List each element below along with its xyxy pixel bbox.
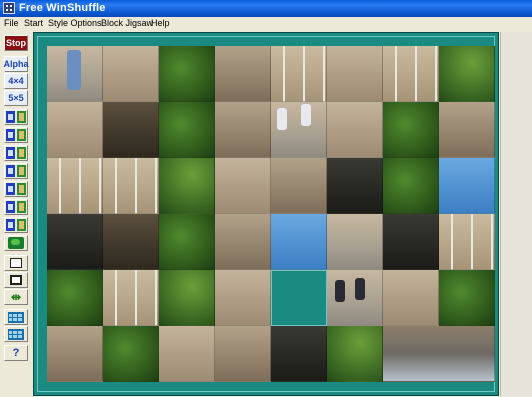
puzzle-tile[interactable] — [215, 270, 271, 326]
puzzle-tile[interactable] — [383, 326, 495, 382]
puzzle-tile[interactable] — [215, 46, 271, 102]
menu-start[interactable]: Start — [24, 18, 43, 28]
puzzle-tile[interactable] — [383, 270, 439, 326]
grid-large-icon — [8, 328, 24, 340]
puzzle-tile[interactable] — [159, 270, 215, 326]
puzzle-tile[interactable] — [159, 214, 215, 270]
puzzle-tile[interactable] — [159, 326, 215, 382]
puzzle-tile[interactable] — [439, 270, 495, 326]
puzzle-tile[interactable] — [383, 214, 439, 270]
puzzle-tile[interactable] — [47, 270, 103, 326]
puzzle-tile[interactable] — [327, 46, 383, 102]
puzzle-tile[interactable] — [383, 46, 439, 102]
grid-small-icon — [8, 311, 24, 323]
grid-large-button[interactable] — [4, 326, 28, 342]
puzzle-tile[interactable] — [47, 102, 103, 158]
puzzle-tile[interactable] — [159, 46, 215, 102]
puzzle-tile[interactable] — [103, 46, 159, 102]
puzzle-tile[interactable] — [327, 326, 383, 382]
puzzle-tile[interactable] — [327, 102, 383, 158]
stop-button[interactable]: Stop — [4, 35, 28, 51]
picture-set-2-button[interactable] — [4, 127, 28, 143]
world-map-button[interactable] — [4, 235, 28, 251]
puzzle-tile[interactable] — [271, 158, 327, 214]
frame-outline-icon — [10, 258, 22, 268]
puzzle-tile[interactable] — [103, 214, 159, 270]
puzzle-tile[interactable] — [47, 158, 103, 214]
puzzle-tile[interactable] — [439, 102, 495, 158]
puzzle-tile[interactable] — [383, 102, 439, 158]
puzzle-tile[interactable] — [271, 102, 327, 158]
window-title: Free WinShuffle — [19, 2, 106, 14]
puzzle-tile[interactable] — [103, 326, 159, 382]
puzzle-tile[interactable] — [103, 270, 159, 326]
picture-set-6-button[interactable] — [4, 199, 28, 215]
puzzle-tile[interactable] — [215, 214, 271, 270]
frame-thick-icon — [10, 275, 22, 285]
picture-set-3-icon — [6, 147, 26, 159]
puzzle-tile[interactable] — [103, 102, 159, 158]
puzzle-tile[interactable] — [439, 158, 495, 214]
picture-set-7-button[interactable] — [4, 217, 28, 233]
shuffle-button[interactable]: ⇹ — [4, 289, 28, 305]
help-button[interactable]: ? — [4, 345, 28, 361]
puzzle-tiles — [47, 46, 495, 382]
app-icon — [3, 2, 15, 14]
right-panel — [500, 32, 532, 396]
menu-block-jigsaw[interactable]: Block Jigsaw — [101, 18, 153, 28]
puzzle-tile[interactable] — [439, 46, 495, 102]
world-map-icon — [8, 237, 24, 249]
puzzle-tile[interactable] — [327, 158, 383, 214]
puzzle-tile[interactable] — [327, 214, 383, 270]
puzzle-tile[interactable] — [439, 214, 495, 270]
puzzle-tile[interactable] — [47, 46, 103, 102]
puzzle-tile[interactable] — [159, 158, 215, 214]
puzzle-tile[interactable] — [271, 46, 327, 102]
menu-bar: File Start Style Options Block Jigsaw He… — [0, 17, 532, 31]
picture-set-6-icon — [6, 201, 26, 213]
puzzle-tile[interactable] — [271, 214, 327, 270]
menu-file[interactable]: File — [4, 18, 19, 28]
picture-set-3-button[interactable] — [4, 145, 28, 161]
menu-help[interactable]: Help — [151, 18, 170, 28]
side-toolbar: Stop Alpha 4×4 5×5 ⇹ ? — [0, 31, 32, 397]
alpha-button[interactable]: Alpha — [4, 56, 29, 72]
picture-set-5-button[interactable] — [4, 181, 28, 197]
frame-outline-button[interactable] — [4, 255, 28, 271]
picture-set-2-icon — [6, 129, 26, 141]
picture-set-4-button[interactable] — [4, 163, 28, 179]
picture-set-1-icon — [6, 111, 26, 123]
puzzle-tile[interactable] — [271, 326, 327, 382]
grid-4x4-button[interactable]: 4×4 — [4, 73, 28, 89]
puzzle-tile[interactable] — [215, 158, 271, 214]
picture-set-5-icon — [6, 183, 26, 195]
picture-set-7-icon — [6, 219, 26, 231]
puzzle-tile[interactable] — [47, 214, 103, 270]
puzzle-tile[interactable] — [215, 102, 271, 158]
title-bar[interactable]: Free WinShuffle — [0, 0, 532, 17]
puzzle-tile[interactable] — [383, 158, 439, 214]
puzzle-tile[interactable] — [47, 326, 103, 382]
picture-set-1-button[interactable] — [4, 109, 28, 125]
empty-slot[interactable] — [271, 270, 327, 326]
puzzle-tile[interactable] — [327, 270, 383, 326]
menu-style-options[interactable]: Style Options — [48, 18, 102, 28]
puzzle-tile[interactable] — [103, 158, 159, 214]
grid-5x5-button[interactable]: 5×5 — [4, 90, 28, 106]
picture-set-4-icon — [6, 165, 26, 177]
shuffle-arrows-icon: ⇹ — [10, 290, 22, 304]
puzzle-tile[interactable] — [215, 326, 271, 382]
puzzle-tile[interactable] — [159, 102, 215, 158]
grid-small-button[interactable] — [4, 309, 28, 325]
frame-thick-button[interactable] — [4, 272, 28, 288]
